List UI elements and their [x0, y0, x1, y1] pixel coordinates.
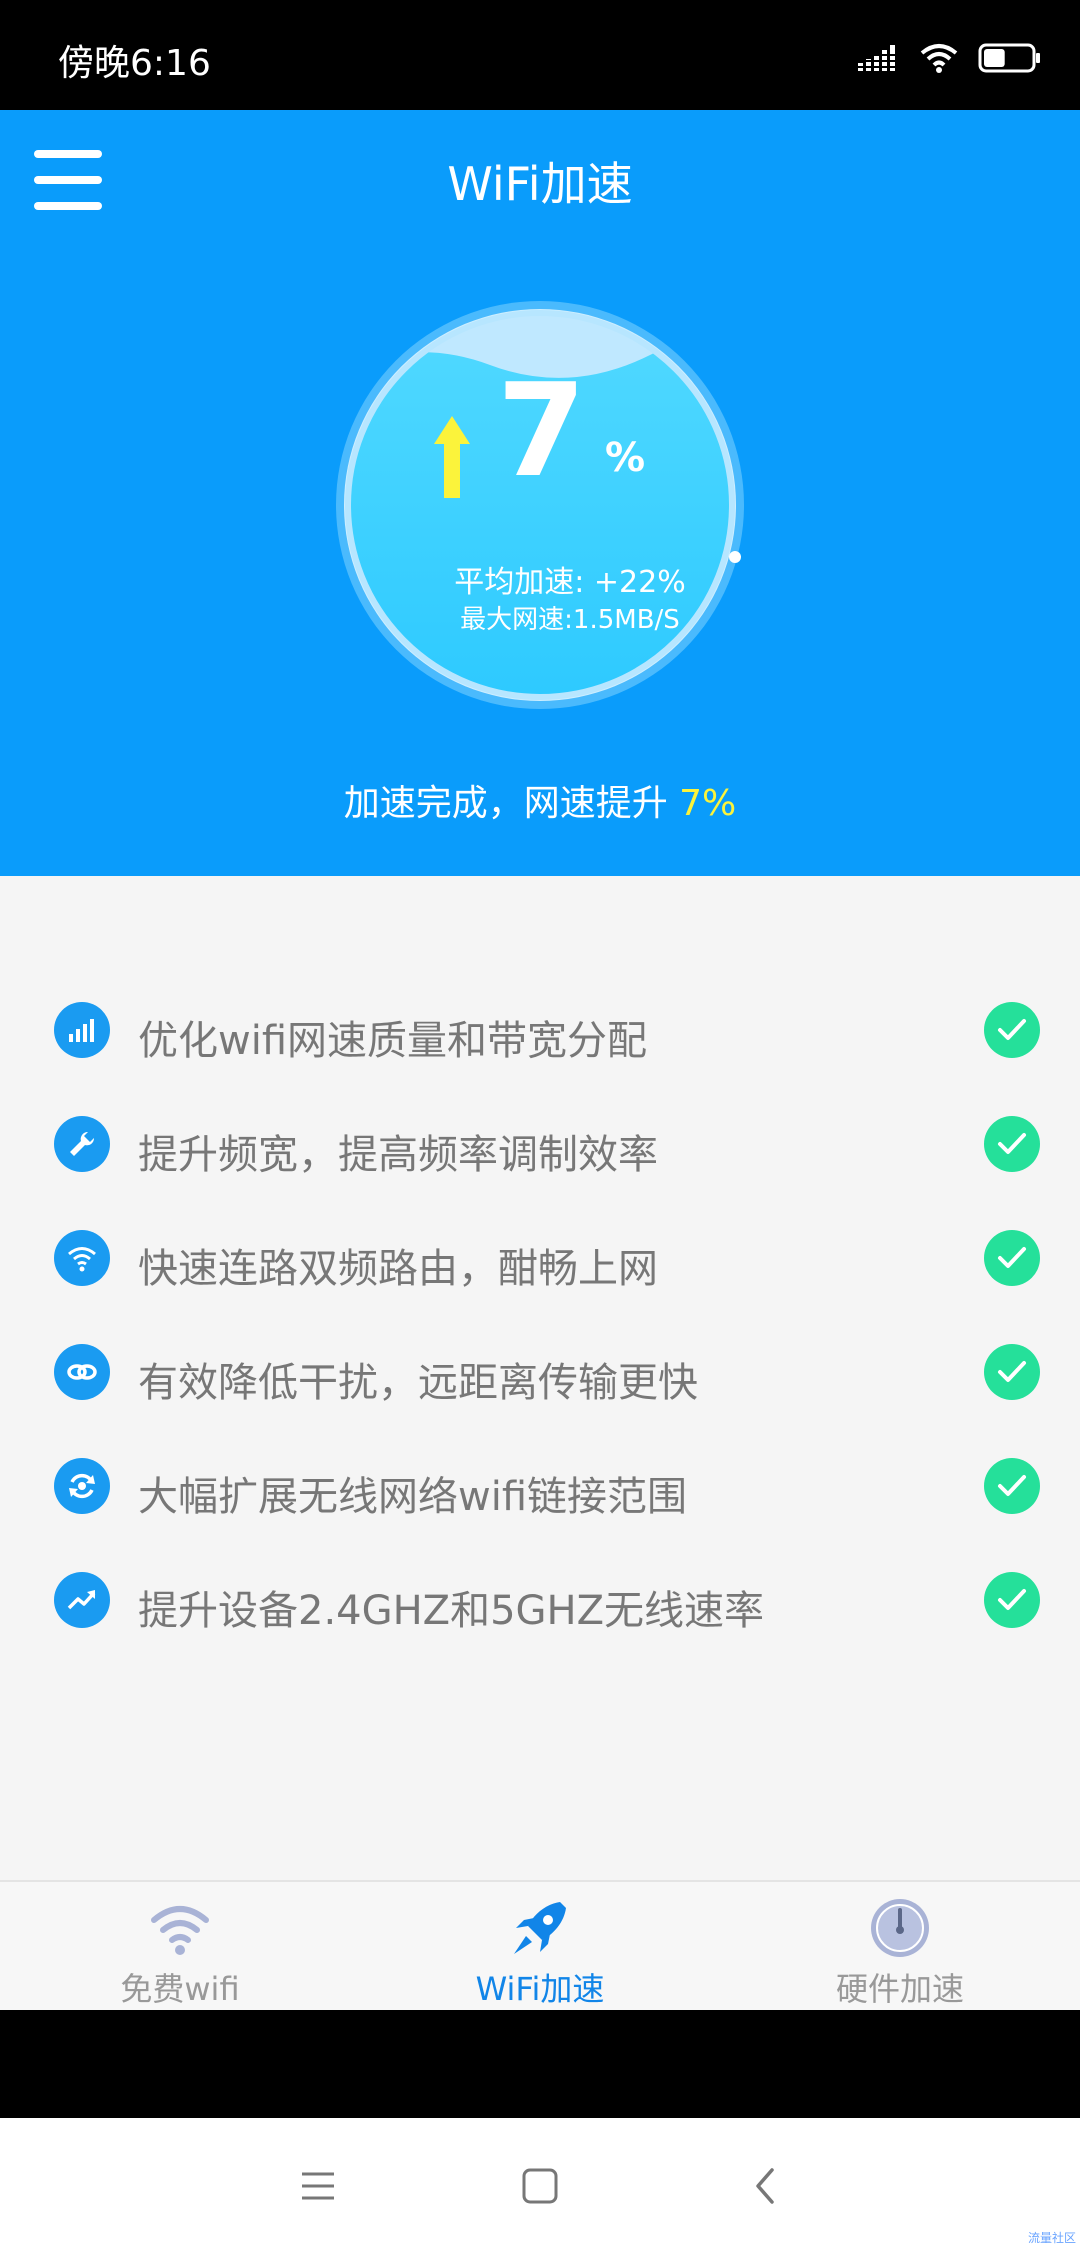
- list-item: 提升频宽，提高频率调制效率: [0, 1104, 1080, 1184]
- page-title: WiFi加速: [447, 157, 633, 211]
- tab-hardware-boost[interactable]: 硬件加速: [720, 1882, 1080, 2012]
- speedometer-icon: [871, 1899, 929, 1957]
- list-item: 优化wifi网速质量和带宽分配: [0, 990, 1080, 1070]
- max-speed: 最大网速:1.5MB/S: [460, 605, 680, 635]
- header: WiFi加速 7 % 平均加速: +22% 最大网速:1.5MB/S 加速完成，…: [0, 110, 1080, 876]
- check-icon: [984, 1344, 1040, 1400]
- check-icon: [984, 1458, 1040, 1514]
- link-icon: [54, 1344, 110, 1400]
- check-icon: [984, 1230, 1040, 1286]
- check-icon: [984, 1572, 1040, 1628]
- tab-label: WiFi加速: [475, 1970, 605, 2008]
- list-item: 提升设备2.4GHZ和5GHZ无线速率: [0, 1560, 1080, 1640]
- feature-list: 优化wifi网速质量和带宽分配 提升频宽，提高频率调制效率 快速连路双频路由，酣…: [0, 876, 1080, 1880]
- result-text: 加速完成，网速提升 7%: [343, 783, 737, 824]
- list-item: 快速连路双频路由，酣畅上网: [0, 1218, 1080, 1298]
- status-icons: [858, 38, 1042, 78]
- rocket-icon: [514, 1902, 566, 1954]
- tab-free-wifi[interactable]: 免费wifi: [0, 1882, 360, 2012]
- result-highlight: 7%: [679, 783, 737, 824]
- feature-label: 优化wifi网速质量和带宽分配: [138, 1018, 648, 1064]
- list-item: 大幅扩展无线网络wifi链接范围: [0, 1446, 1080, 1526]
- home-button[interactable]: [510, 2156, 570, 2216]
- check-icon: [984, 1116, 1040, 1172]
- black-band: [0, 2010, 1080, 2118]
- tab-wifi-boost[interactable]: WiFi加速: [360, 1882, 720, 2012]
- recent-apps-button[interactable]: [288, 2156, 348, 2216]
- tab-label: 硬件加速: [835, 1970, 964, 2008]
- wrench-icon: [54, 1116, 110, 1172]
- watermark: 流量社区: [1027, 2231, 1076, 2245]
- average-speedup: 平均加速: +22%: [454, 565, 686, 600]
- wifi-icon: [151, 1906, 209, 1955]
- status-bar: 傍晚6:16: [0, 0, 1080, 110]
- feature-label: 提升频宽，提高频率调制效率: [138, 1132, 658, 1178]
- check-icon: [984, 1002, 1040, 1058]
- tab-label: 免费wifi: [120, 1970, 240, 2008]
- cell-signal-icon: [858, 45, 900, 71]
- list-item: 有效降低干扰，远距离传输更快: [0, 1332, 1080, 1412]
- speedup-unit: %: [605, 435, 646, 481]
- feature-label: 大幅扩展无线网络wifi链接范围: [138, 1474, 688, 1520]
- wifi-icon: [54, 1230, 110, 1286]
- feature-label: 有效降低干扰，远距离传输更快: [138, 1360, 698, 1406]
- system-nav-bar: 流量社区: [0, 2118, 1080, 2248]
- signal-bars-icon: [54, 1002, 110, 1058]
- up-arrow-icon: [434, 416, 470, 498]
- feature-label: 提升设备2.4GHZ和5GHZ无线速率: [138, 1588, 765, 1634]
- status-time: 傍晚6:16: [58, 43, 211, 84]
- refresh-icon: [54, 1458, 110, 1514]
- trend-up-icon: [54, 1572, 110, 1628]
- bottom-tab-bar: 免费wifi WiFi加速 硬件加速: [0, 1880, 1080, 2010]
- battery-icon: [978, 43, 1040, 73]
- speedup-value: 7: [497, 357, 587, 506]
- back-button[interactable]: [736, 2156, 796, 2216]
- wifi-status-icon: [920, 44, 958, 73]
- feature-label: 快速连路双频路由，酣畅上网: [138, 1246, 658, 1292]
